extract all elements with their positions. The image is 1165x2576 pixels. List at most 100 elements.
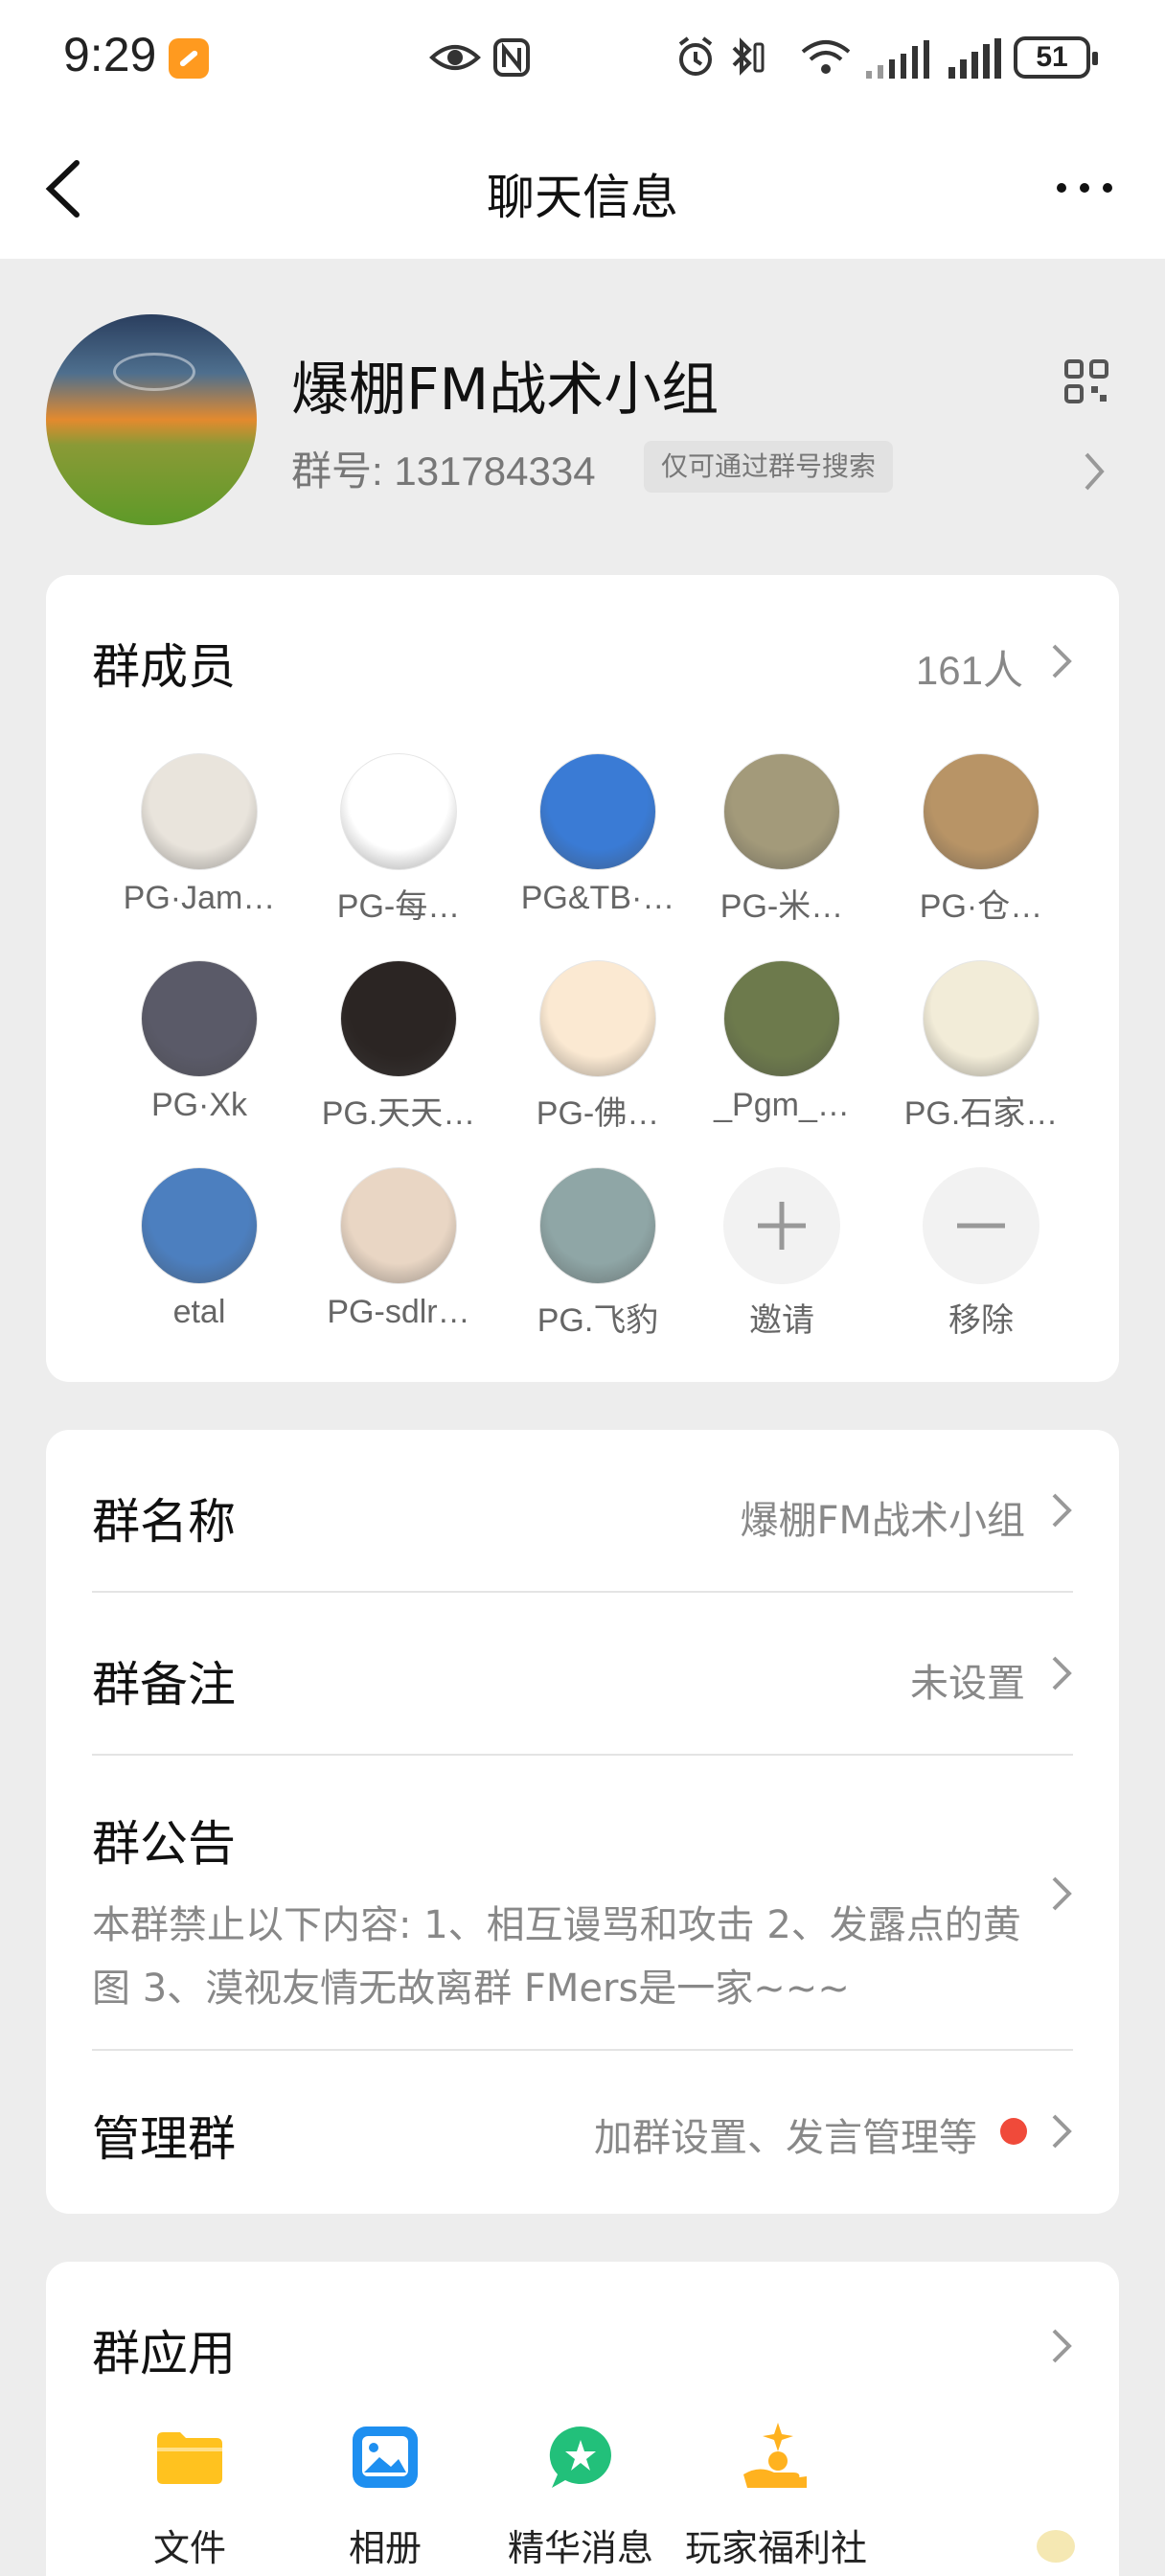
app-notification-icon <box>169 38 209 79</box>
member-name: PG.天天… <box>321 1095 476 1132</box>
signal-1-icon <box>866 40 929 79</box>
eye-icon <box>429 45 481 70</box>
qr-code-icon[interactable] <box>1063 358 1109 404</box>
group-settings-card: 群名称 爆棚FM战术小组 群备注 未设置 群公告 本群禁止以下内容: 1、相互谩… <box>46 1430 1119 2214</box>
member-name: PG·Jam… <box>123 880 276 916</box>
group-name-label: 群名称 <box>92 1494 236 1550</box>
chevron-right-icon[interactable] <box>1050 642 1073 680</box>
member-name: etal <box>172 1294 226 1330</box>
chevron-right-icon <box>1052 1493 1072 1528</box>
app-welfare[interactable]: 玩家福利社 <box>680 2421 872 2571</box>
group-remark-label: 群备注 <box>92 1657 236 1713</box>
wifi-icon <box>801 40 851 74</box>
invite-label: 邀请 <box>749 1302 814 1339</box>
minus-icon <box>923 1167 1039 1284</box>
member-avatar <box>923 960 1039 1077</box>
manage-group-label: 管理群 <box>92 2111 236 2167</box>
member-item[interactable]: PG-sdlr… <box>312 1167 485 1331</box>
plus-icon <box>723 1167 840 1284</box>
nfc-icon <box>493 38 530 77</box>
status-bar: 9:29 51 <box>0 0 1165 115</box>
folder-icon <box>157 2432 222 2484</box>
members-title: 群成员 <box>92 639 236 695</box>
app-album[interactable]: 相册 <box>289 2421 481 2571</box>
app-files[interactable]: 文件 <box>94 2421 286 2571</box>
group-apps-card: 群应用 文件 相册 精华消息 玩家福利社 <box>46 2262 1119 2576</box>
page-title: 聊天信息 <box>487 170 678 225</box>
group-number-value: 131784334 <box>394 448 596 494</box>
member-name: PG-米… <box>720 888 844 925</box>
status-time: 9:29 <box>63 28 157 81</box>
member-name: PG.飞豹 <box>537 1302 659 1339</box>
app-files-label: 文件 <box>152 2527 226 2569</box>
floating-mascot-icon[interactable] <box>1037 2530 1075 2563</box>
manage-group-value: 加群设置、发言管理等 <box>594 2116 977 2160</box>
member-item[interactable]: etal <box>113 1167 286 1331</box>
manage-group-row[interactable]: 管理群 加群设置、发言管理等 <box>92 2051 1073 2214</box>
invite-member-button[interactable]: 邀请 <box>696 1167 868 1341</box>
member-avatar <box>723 753 840 870</box>
notification-dot <box>1000 2118 1027 2145</box>
essence-message-icon <box>549 2426 611 2488</box>
app-essence[interactable]: 精华消息 <box>485 2421 676 2571</box>
member-avatar <box>340 960 457 1077</box>
member-avatar <box>923 753 1039 870</box>
group-name: 爆棚FM战术小组 <box>291 356 720 424</box>
chevron-right-icon <box>1052 2114 1072 2149</box>
member-item[interactable]: PG&TB·… <box>512 753 684 917</box>
search-restriction-tag: 仅可通过群号搜索 <box>644 441 894 493</box>
member-name: PG·Xk <box>150 1087 248 1123</box>
member-item[interactable]: PG·仓… <box>895 753 1067 927</box>
app-welfare-label: 玩家福利社 <box>684 2527 867 2569</box>
member-avatar <box>539 1167 656 1284</box>
alarm-icon <box>678 36 713 76</box>
app-album-label: 相册 <box>348 2527 422 2569</box>
member-avatar <box>723 960 840 1077</box>
remove-member-button[interactable]: 移除 <box>895 1167 1067 1341</box>
member-avatar <box>141 1167 258 1284</box>
group-notice-label: 群公告 <box>92 1816 236 1872</box>
group-remark-value: 未设置 <box>910 1662 1025 1706</box>
member-avatar <box>539 753 656 870</box>
member-item[interactable]: PG-米… <box>696 753 868 927</box>
member-item[interactable]: PG.天天… <box>312 960 485 1134</box>
group-remark-row[interactable]: 群备注 未设置 <box>92 1593 1073 1756</box>
member-name: PG-佛… <box>536 1095 660 1132</box>
member-item[interactable]: _Pgm_… <box>696 960 868 1124</box>
remove-label: 移除 <box>948 1302 1014 1339</box>
chevron-right-icon <box>1052 1876 1072 1911</box>
member-avatar <box>340 753 457 870</box>
member-avatar <box>340 1167 457 1284</box>
member-avatar <box>141 960 258 1077</box>
app-essence-label: 精华消息 <box>507 2527 653 2569</box>
member-name: PG-每… <box>336 888 461 925</box>
chevron-right-icon[interactable] <box>1050 2327 1073 2365</box>
member-item[interactable]: PG·Jam… <box>113 753 286 917</box>
member-item[interactable]: PG-每… <box>312 753 485 927</box>
member-avatar <box>539 960 656 1077</box>
group-avatar[interactable] <box>46 314 257 525</box>
group-profile-header[interactable]: 爆棚FM战术小组 群号: 131784334 仅可通过群号搜索 <box>0 259 1165 546</box>
photo-album-icon <box>353 2426 418 2488</box>
signal-2-icon <box>948 38 1001 79</box>
group-number-label: 群号: <box>291 448 383 494</box>
gift-hand-icon <box>743 2423 807 2488</box>
member-count[interactable]: 161人 <box>916 638 1023 697</box>
chevron-right-icon[interactable] <box>1081 450 1108 493</box>
member-item[interactable]: PG-佛… <box>512 960 684 1134</box>
member-avatar <box>141 753 258 870</box>
chevron-right-icon <box>1052 1656 1072 1690</box>
battery-indicator: 51 <box>1014 36 1098 79</box>
member-name: _Pgm_… <box>714 1087 850 1123</box>
more-options-icon[interactable] <box>1054 178 1115 197</box>
member-item[interactable]: PG·Xk <box>113 960 286 1124</box>
group-name-value: 爆棚FM战术小组 <box>740 1499 1025 1543</box>
group-apps-title: 群应用 <box>92 2326 236 2381</box>
member-item[interactable]: PG.石家… <box>895 960 1067 1134</box>
group-name-row[interactable]: 群名称 爆棚FM战术小组 <box>92 1430 1073 1593</box>
member-name: PG-sdlr… <box>327 1294 470 1330</box>
member-item[interactable]: PG.飞豹 <box>512 1167 684 1341</box>
nav-bar: 聊天信息 <box>0 115 1165 259</box>
group-notice-text: 本群禁止以下内容: 1、相互谩骂和攻击 2、发露点的黄图 3、漠视友情无故离群 … <box>92 1903 1021 2011</box>
group-members-card: 群成员 161人 PG·Jam… PG-每… PG&TB·… PG-米… PG·仓… PG… <box>46 575 1119 1382</box>
